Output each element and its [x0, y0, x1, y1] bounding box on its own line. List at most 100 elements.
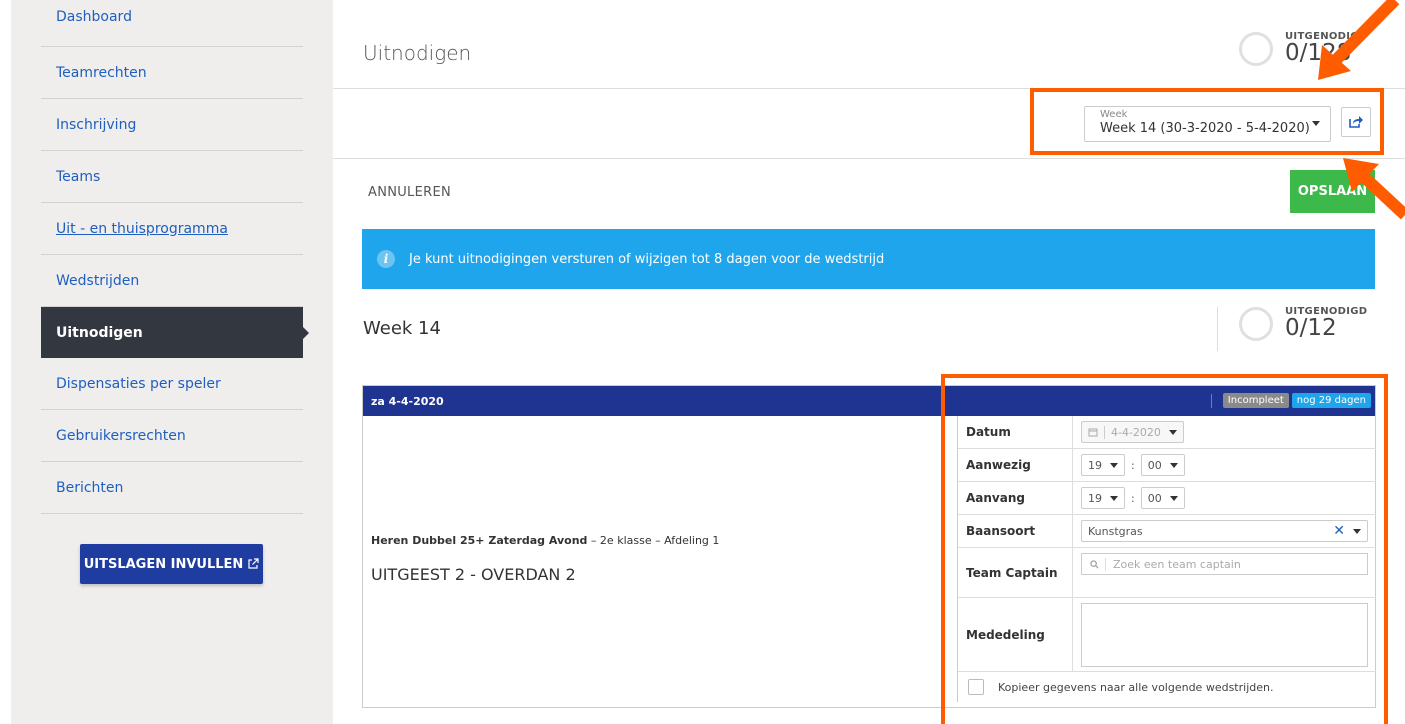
competition-details: – 2e klasse – Afdeling 1 [587, 534, 720, 547]
form-row-aanvang: Aanvang 19 : 00 [958, 482, 1376, 515]
competition-label: Heren Dubbel 25+ Zaterdag Avond – 2e kla… [371, 534, 719, 547]
toolbar: Week Week 14 (30-3-2020 - 5-4-2020) [333, 88, 1405, 159]
aanwezig-minute-select[interactable]: 00 [1140, 454, 1185, 476]
date-value: 4-4-2020 [1104, 425, 1161, 439]
form-row-baansoort: Baansoort Kunstgras ✕ [958, 515, 1376, 548]
aanvang-minute-value: 00 [1147, 491, 1162, 505]
chevron-down-icon [1312, 121, 1320, 126]
header-invite-counter: UITGENODIGD 0/128 [1239, 31, 1367, 66]
info-text: Je kunt uitnodigingen versturen of wijzi… [409, 251, 885, 267]
week-select[interactable]: Week Week 14 (30-3-2020 - 5-4-2020) [1084, 106, 1331, 142]
calendar-icon [1088, 428, 1098, 437]
aanvang-minute-select[interactable]: 00 [1140, 487, 1185, 509]
sidebar-item-label: Uitnodigen [56, 324, 143, 341]
copy-to-all-row: Kopieer gegevens naar alle volgende weds… [958, 672, 1376, 702]
uitslagen-invullen-button[interactable]: UITSLAGEN INVULLEN [80, 544, 263, 584]
mededeling-label: Mededeling [958, 598, 1073, 671]
sidebar-item-teamrechten[interactable]: Teamrechten [41, 47, 303, 99]
team-captain-placeholder: Zoek een team captain [1105, 557, 1241, 571]
sidebar-item-berichten[interactable]: Berichten [41, 462, 303, 514]
aanwezig-hour-select[interactable]: 19 [1081, 454, 1125, 476]
match-header: za 4-4-2020 Incompleet nog 29 dagen [363, 386, 1375, 416]
sidebar-item-uit-en-thuisprogramma[interactable]: Uit - en thuisprogramma [41, 203, 303, 255]
info-icon: i [377, 250, 395, 268]
sidebar-nav: Dashboard Teamrechten Inschrijving Teams… [41, 0, 309, 514]
chevron-down-icon [1353, 528, 1361, 534]
time-separator: : [1131, 491, 1135, 505]
sidebar-item-label: Dashboard [56, 9, 132, 25]
progress-ring-icon [1239, 306, 1273, 341]
sidebar-item-label: Inschrijving [56, 116, 137, 133]
sidebar-item-label: Berichten [56, 479, 124, 496]
sidebar-item-dispensaties[interactable]: Dispensaties per speler [41, 358, 303, 410]
status-badge: Incompleet [1222, 393, 1289, 408]
team-captain-label: Team Captain [958, 548, 1073, 597]
form-row-mededeling: Mededeling [958, 598, 1376, 672]
mededeling-textarea[interactable] [1081, 602, 1368, 667]
chevron-down-icon [1169, 495, 1178, 501]
copy-to-all-label: Kopieer gegevens naar alle volgende weds… [998, 680, 1274, 694]
sidebar: Dashboard Teamrechten Inschrijving Teams… [0, 0, 333, 724]
divider [1210, 393, 1212, 408]
uitslagen-invullen-label: UITSLAGEN INVULLEN [83, 556, 244, 572]
aanvang-hour-select[interactable]: 19 [1081, 487, 1125, 509]
sidebar-item-dashboard[interactable]: Dashboard [41, 0, 303, 47]
sidebar-item-label: Uit - en thuisprogramma [56, 220, 228, 237]
aanvang-label: Aanvang [958, 482, 1073, 514]
search-icon [1090, 559, 1099, 568]
team-captain-search-input[interactable]: Zoek een team captain [1081, 553, 1368, 575]
competition-name: Heren Dubbel 25+ Zaterdag Avond [371, 534, 588, 547]
page-title: Uitnodigen [363, 41, 472, 65]
share-button[interactable] [1341, 107, 1371, 137]
info-alert: i Je kunt uitnodigingen versturen of wij… [362, 229, 1375, 289]
copy-to-all-checkbox[interactable] [968, 679, 984, 695]
week-select-value: Week 14 (30-3-2020 - 5-4-2020) [1100, 121, 1310, 136]
aanvang-hour-value: 19 [1088, 491, 1102, 505]
week-invite-counter: UITGENODIGD 0/12 [1239, 306, 1367, 341]
main-content: Uitnodigen UITGENODIGD 0/128 Week Week 1… [333, 0, 1405, 724]
sidebar-item-teams[interactable]: Teams [41, 151, 303, 203]
baansoort-value: Kunstgras [1088, 524, 1143, 538]
time-separator: : [1131, 458, 1135, 472]
match-info: Heren Dubbel 25+ Zaterdag Avond – 2e kla… [371, 534, 719, 584]
days-remaining-badge: nog 29 dagen [1291, 393, 1371, 408]
form-row-datum: Datum 4-4-2020 [958, 416, 1376, 449]
match-teams: UITGEEST 2 - OVERDAN 2 [371, 565, 576, 584]
save-button[interactable]: OPSLAAN [1290, 170, 1375, 213]
chevron-down-icon [1168, 429, 1177, 435]
aanwezig-label: Aanwezig [958, 449, 1073, 481]
chevron-down-icon [1169, 462, 1178, 468]
sidebar-item-uitnodigen[interactable]: Uitnodigen [41, 307, 309, 358]
sidebar-item-label: Teamrechten [56, 64, 147, 81]
share-icon [1349, 116, 1363, 128]
chevron-down-icon [1110, 462, 1118, 468]
sidebar-item-wedstrijden[interactable]: Wedstrijden [41, 255, 303, 307]
divider [1217, 307, 1218, 351]
cancel-button[interactable]: ANNULEREN [368, 185, 451, 200]
form-row-aanwezig: Aanwezig 19 : 00 [958, 449, 1376, 482]
sidebar-item-label: Gebruikersrechten [56, 427, 186, 444]
match-form: Datum 4-4-2020 Aanwezig 19 : 00 Aanvang … [957, 416, 1376, 702]
date-picker[interactable]: 4-4-2020 [1081, 421, 1184, 443]
aanwezig-minute-value: 00 [1147, 458, 1162, 472]
chevron-down-icon [1110, 495, 1118, 501]
sidebar-item-gebruikersrechten[interactable]: Gebruikersrechten [41, 410, 303, 462]
match-date: za 4-4-2020 [371, 395, 444, 408]
external-link-icon [248, 558, 259, 569]
week-select-label: Week [1100, 109, 1128, 120]
sidebar-item-label: Teams [56, 168, 101, 185]
sidebar-item-inschrijving[interactable]: Inschrijving [41, 99, 303, 151]
clear-icon[interactable]: ✕ [1333, 523, 1345, 539]
progress-ring-icon [1239, 31, 1273, 66]
aanwezig-hour-value: 19 [1088, 458, 1102, 472]
sidebar-item-label: Dispensaties per speler [56, 375, 221, 392]
match-card: za 4-4-2020 Incompleet nog 29 dagen Here… [362, 385, 1376, 708]
sidebar-item-label: Wedstrijden [56, 272, 140, 289]
baansoort-select[interactable]: Kunstgras ✕ [1081, 520, 1368, 542]
week-title: Week 14 [363, 318, 441, 339]
form-row-team-captain: Team Captain Zoek een team captain [958, 548, 1376, 598]
baansoort-label: Baansoort [958, 515, 1073, 547]
datum-label: Datum [958, 416, 1073, 448]
counter-value: 0/12 [1285, 315, 1337, 341]
counter-value: 0/128 [1285, 40, 1352, 66]
